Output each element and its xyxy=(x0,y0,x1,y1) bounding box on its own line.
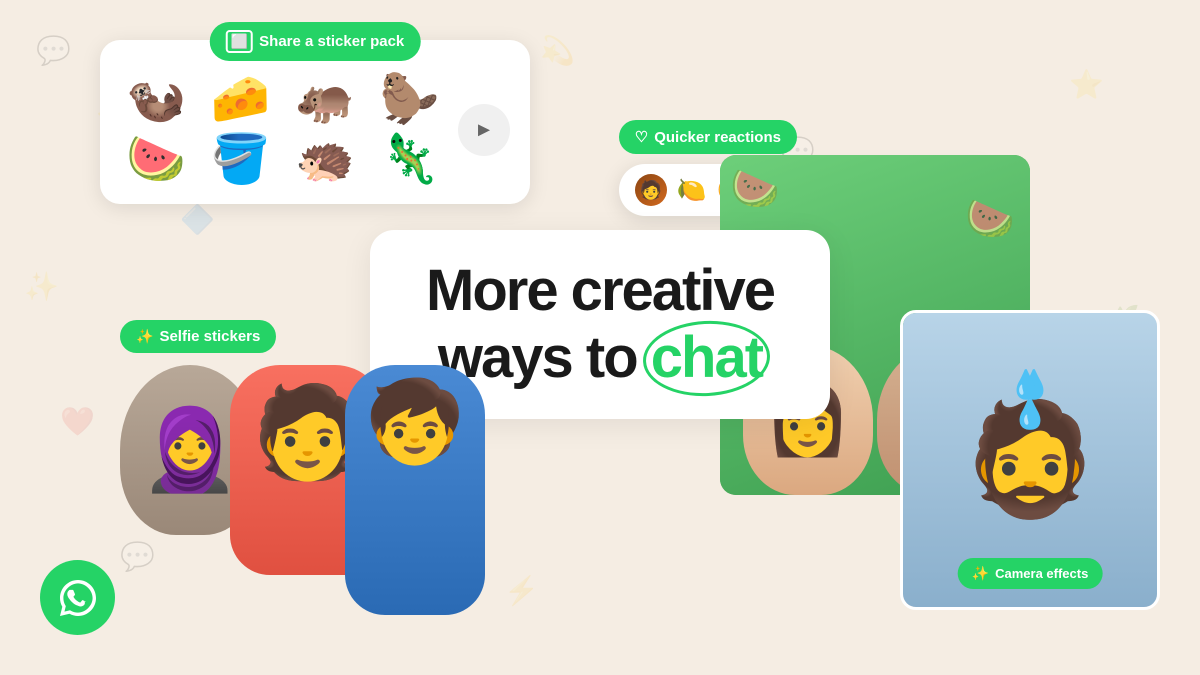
sticker-icon: ⬜ xyxy=(226,30,253,53)
whatsapp-circle xyxy=(40,560,115,635)
camera-effects-badge: ✨ Camera effects xyxy=(958,558,1103,589)
tear-4: 💧 xyxy=(1014,398,1049,431)
sticker-6: 🪣 xyxy=(205,136,278,184)
sticker-5: 🍉 xyxy=(120,136,193,184)
share-sticker-badge-wrap: ⬜ Share a sticker pack xyxy=(210,22,421,61)
selfie-section: ✨ Selfie stickers 🧕 🧑 🧒 xyxy=(120,320,485,615)
headline-text: More creative ways to chat xyxy=(420,258,780,391)
reaction-1[interactable]: 🍋 xyxy=(677,176,707,205)
reaction-avatar: 🧑 xyxy=(635,174,667,206)
camera-effects-label: Camera effects xyxy=(995,566,1088,581)
selfie-stickers-badge: ✨ Selfie stickers xyxy=(120,320,276,353)
selfie-sparkle-icon: ✨ xyxy=(136,328,153,345)
camera-effects-photo: 🧔 💧 💧 💧 💧 ✨ Camera effects xyxy=(900,310,1160,610)
whatsapp-icon xyxy=(56,576,100,620)
selfie-child: 🧒 xyxy=(345,365,485,615)
camera-sparkle-icon: ✨ xyxy=(972,565,989,582)
sticker-grid: 🦦 🧀 🦛 🦫 🍉 🪣 🦔 🦎 ► xyxy=(120,76,510,184)
sticker-7: 🦔 xyxy=(289,136,362,184)
quicker-reactions-label: Quicker reactions xyxy=(654,129,781,146)
send-sticker-button[interactable]: ► xyxy=(458,104,510,156)
headline-line1: More creative xyxy=(420,258,780,325)
whatsapp-logo xyxy=(40,560,115,635)
tear-3: 💧 xyxy=(1009,368,1044,401)
sticker-8: 🦎 xyxy=(374,136,447,184)
heart-icon: ♡ xyxy=(635,128,648,146)
selfie-photos: 🧕 🧑 🧒 xyxy=(120,365,485,615)
watermelon-deco-1: 🍉 xyxy=(730,165,780,212)
sticker-3: 🦛 xyxy=(289,76,362,124)
sticker-panel: ⬜ Share a sticker pack 🦦 🧀 🦛 🦫 🍉 🪣 🦔 🦎 ► xyxy=(100,40,530,204)
sticker-1: 🦦 xyxy=(120,76,193,124)
headline-chat-word: chat xyxy=(651,325,762,392)
sticker-2: 🧀 xyxy=(205,76,278,124)
headline-line2: ways to chat xyxy=(420,325,780,392)
watermelon-deco-2: 🍉 xyxy=(965,195,1015,242)
share-sticker-label: Share a sticker pack xyxy=(259,33,404,50)
camera-effects-badge-wrap: ✨ Camera effects xyxy=(958,558,1103,589)
sticker-4: 🦫 xyxy=(374,76,447,124)
selfie-stickers-label: Selfie stickers xyxy=(159,328,260,345)
quicker-reactions-badge-wrap: ♡ Quicker reactions xyxy=(619,120,1000,154)
quicker-reactions-badge: ♡ Quicker reactions xyxy=(619,120,797,154)
camera-photo-bg: 🧔 💧 💧 💧 💧 ✨ Camera effects xyxy=(903,313,1157,607)
share-sticker-badge: ⬜ Share a sticker pack xyxy=(210,22,421,61)
